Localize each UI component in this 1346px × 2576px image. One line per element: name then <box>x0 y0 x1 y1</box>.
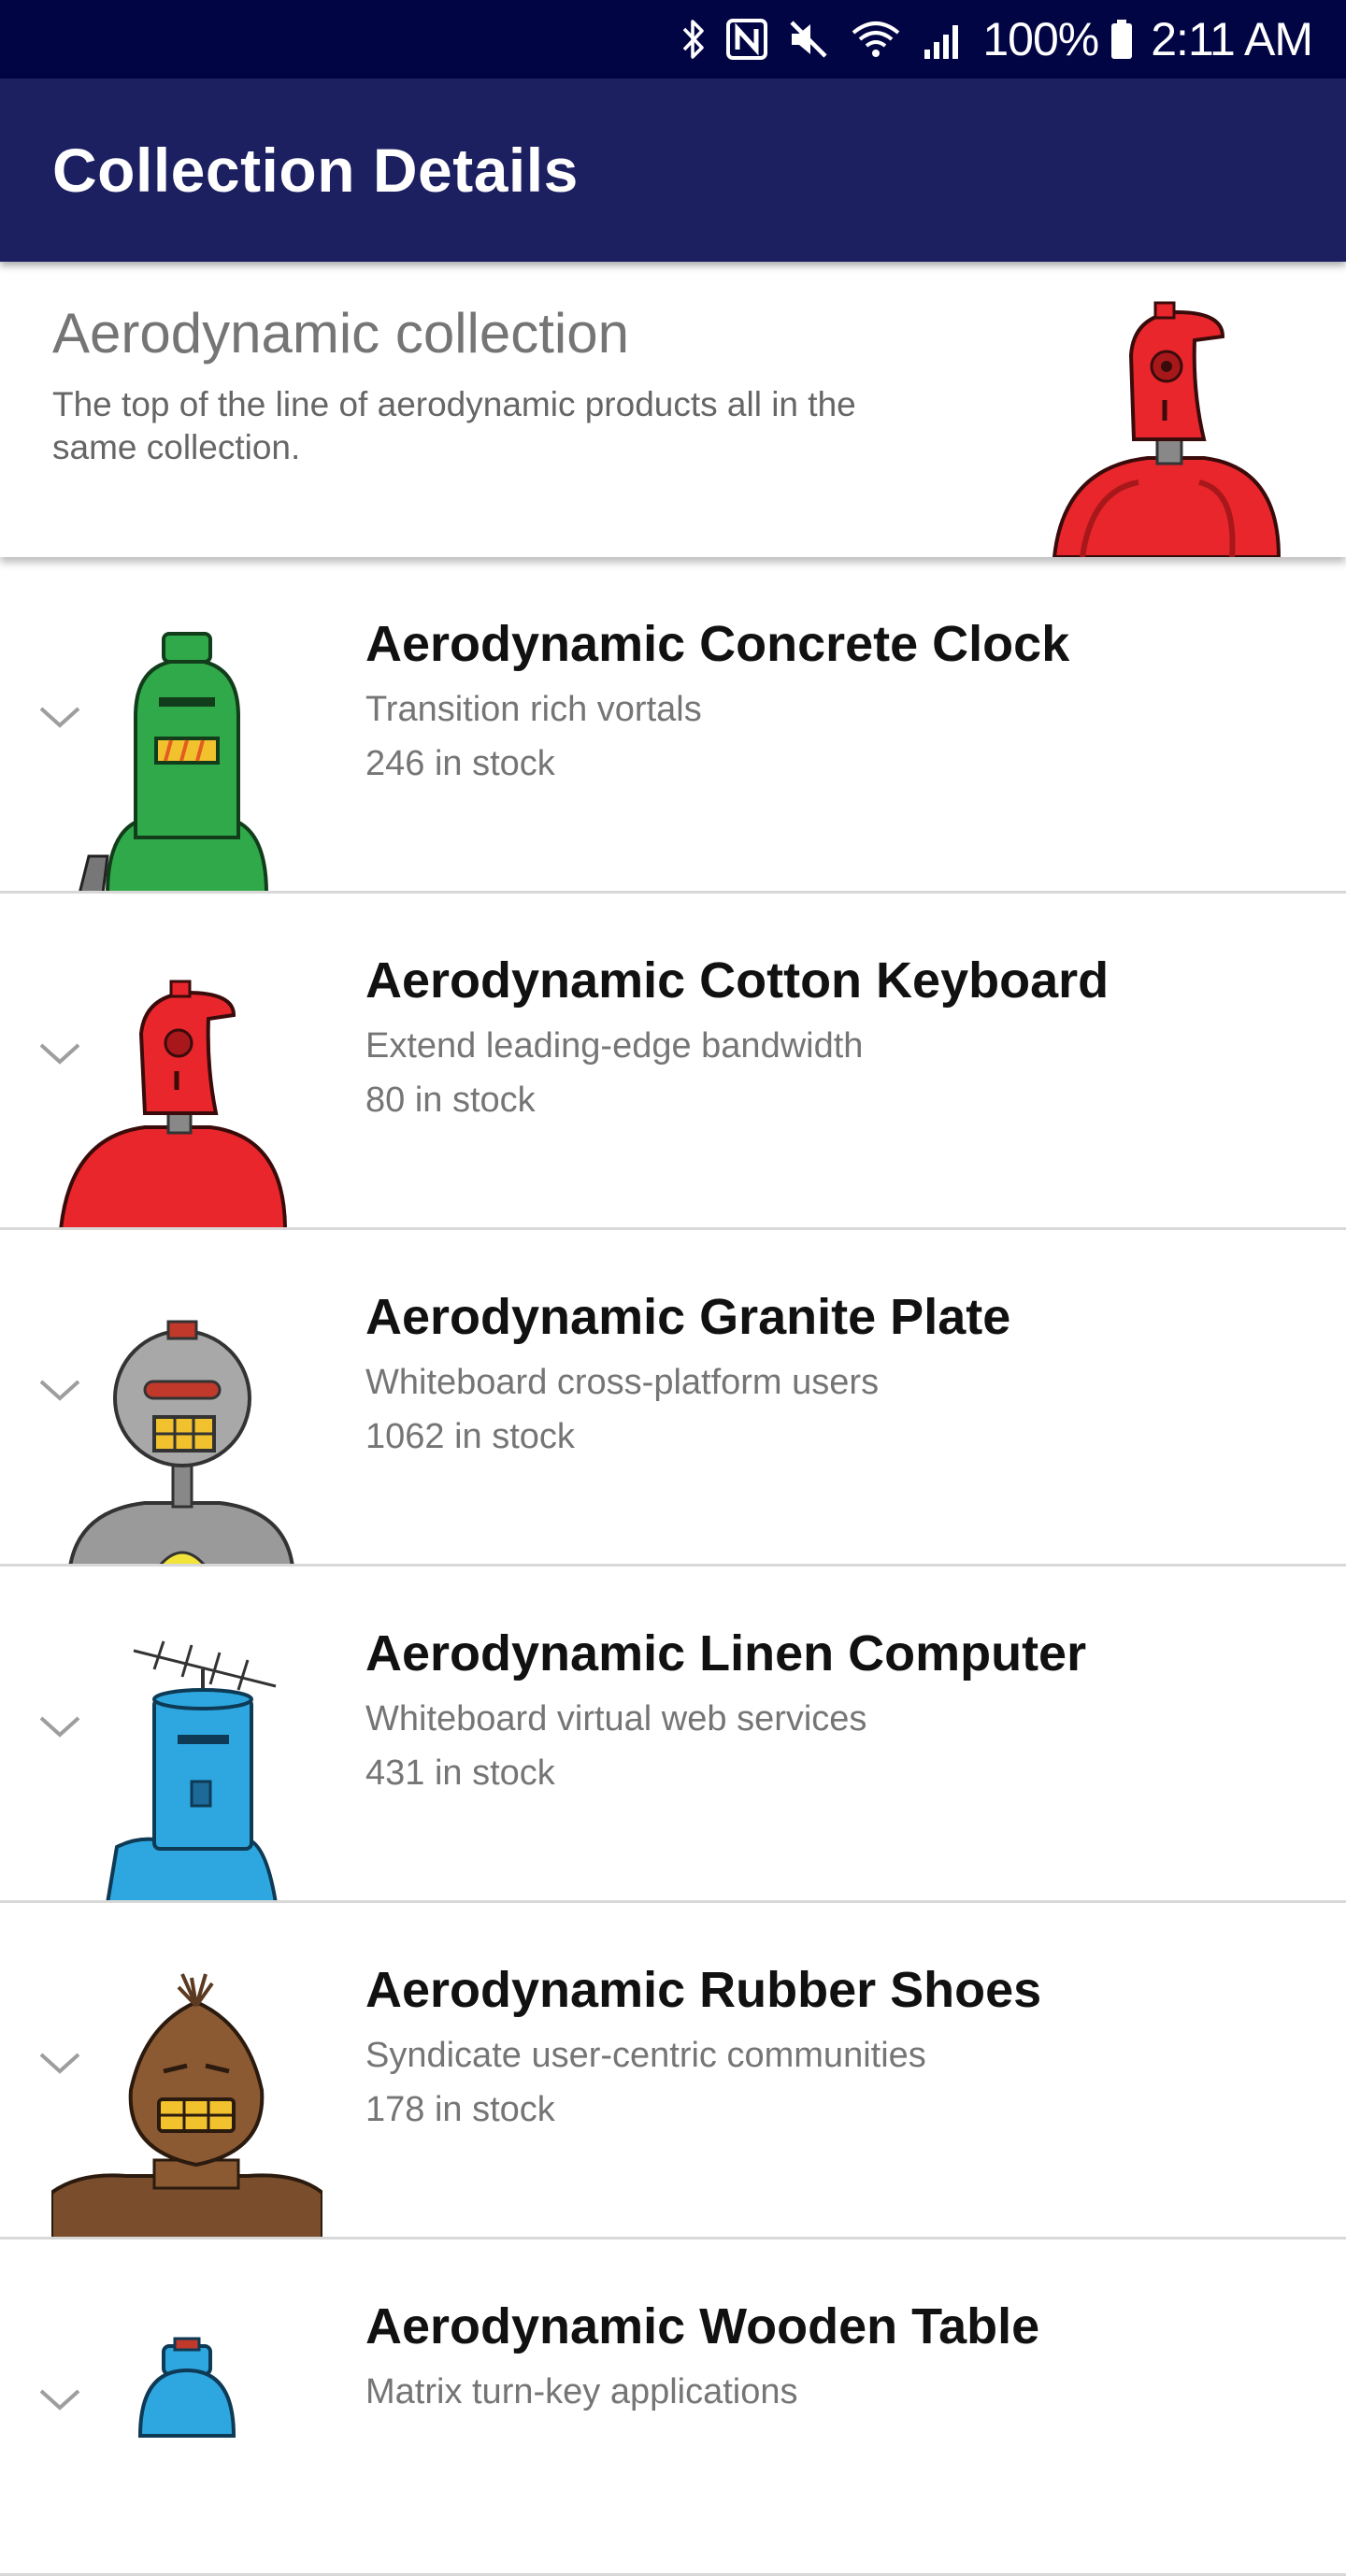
battery-icon <box>1110 18 1134 61</box>
product-list: Aerodynamic Concrete Clock Transition ri… <box>0 557 1346 2576</box>
product-stock: 431 in stock <box>365 1753 555 1793</box>
battery-percentage: 100% <box>982 13 1099 65</box>
product-stock: 246 in stock <box>365 744 555 783</box>
product-description: Whiteboard virtual web services <box>365 1699 867 1739</box>
product-image <box>51 1632 322 1900</box>
product-item[interactable]: Aerodynamic Concrete Clock Transition ri… <box>0 557 1346 894</box>
product-description: Whiteboard cross-platform users <box>365 1363 880 1402</box>
status-time: 2:11 AM <box>1151 13 1313 65</box>
status-bar: 100% 2:11 AM <box>0 0 1346 79</box>
collection-header: Aerodynamic collection The top of the li… <box>0 262 1346 557</box>
app-bar: Collection Details <box>0 79 1346 262</box>
signal-icon <box>923 18 966 61</box>
product-item[interactable]: Aerodynamic Granite Plate Whiteboard cro… <box>0 1230 1346 1567</box>
nfc-icon <box>726 18 768 61</box>
product-name: Aerodynamic Wooden Table <box>365 2298 1040 2354</box>
product-item[interactable]: Aerodynamic Rubber Shoes Syndicate user-… <box>0 1903 1346 2240</box>
product-image <box>51 959 322 1227</box>
wifi-icon <box>850 18 902 61</box>
product-stock: 80 in stock <box>365 1080 536 1120</box>
page-title: Collection Details <box>52 136 579 205</box>
product-name: Aerodynamic Linen Computer <box>365 1625 1087 1682</box>
collection-description: The top of the line of aerodynamic produ… <box>52 385 856 466</box>
product-item[interactable]: Aerodynamic Cotton Keyboard Extend leadi… <box>0 894 1346 1230</box>
product-image <box>51 623 322 891</box>
product-image <box>51 2305 322 2573</box>
collection-image <box>1045 299 1288 557</box>
product-stock: 1062 in stock <box>365 1417 575 1456</box>
product-description: Transition rich vortals <box>365 690 702 729</box>
product-description: Syndicate user-centric communities <box>365 2036 926 2075</box>
product-image <box>50 1968 324 2237</box>
product-image <box>51 1295 322 1564</box>
product-description: Extend leading-edge bandwidth <box>365 1026 864 1066</box>
product-name: Aerodynamic Granite Plate <box>365 1289 1011 1345</box>
product-name: Aerodynamic Rubber Shoes <box>365 1962 1042 2018</box>
product-name: Aerodynamic Cotton Keyboard <box>365 952 1110 1009</box>
product-name: Aerodynamic Concrete Clock <box>365 616 1070 672</box>
product-stock: 178 in stock <box>365 2090 555 2129</box>
mute-icon <box>788 18 829 61</box>
product-item[interactable]: Aerodynamic Linen Computer Whiteboard vi… <box>0 1567 1346 1903</box>
product-item[interactable]: Aerodynamic Wooden Table Matrix turn-key… <box>0 2240 1346 2576</box>
collection-name: Aerodynamic collection <box>52 302 629 365</box>
bluetooth-icon <box>681 18 706 61</box>
